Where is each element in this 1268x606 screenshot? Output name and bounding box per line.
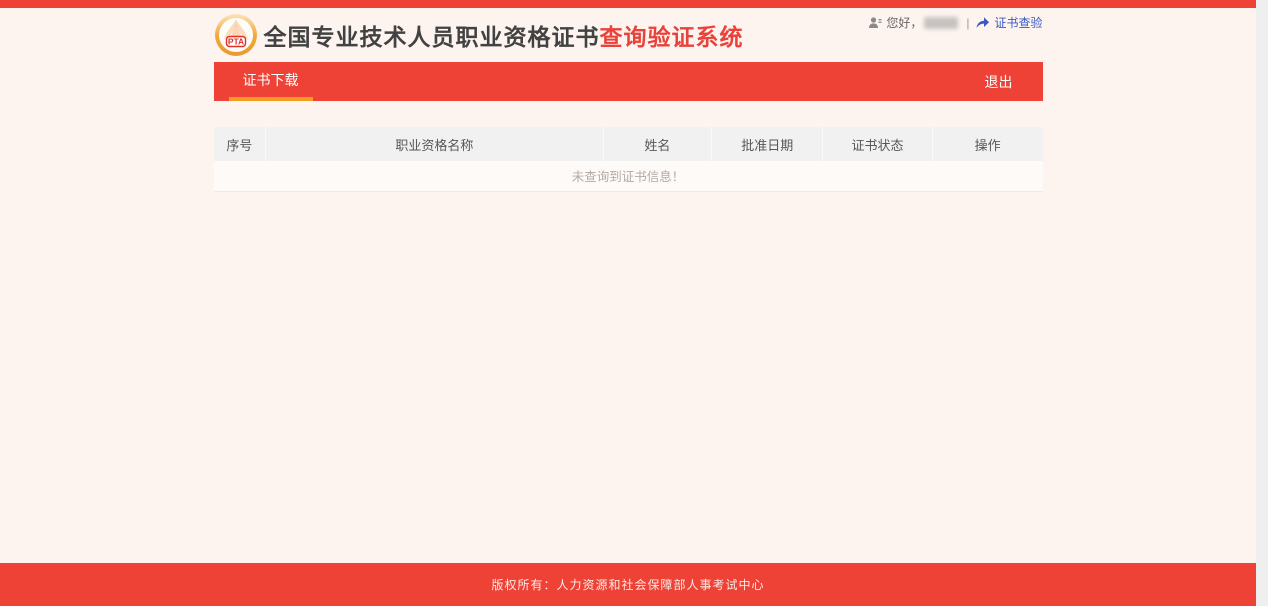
user-greeting: 您好， <box>886 16 923 30</box>
user-info-bar: 您好， | 证书查验 <box>868 14 1043 31</box>
page-title-main: 全国专业技术人员职业资格证书 <box>263 24 600 50</box>
user-icon <box>868 16 882 30</box>
logout-button[interactable]: 退出 <box>971 62 1043 101</box>
tab-certificate-download-label: 证书下载 <box>242 71 299 88</box>
top-accent-bar <box>0 0 1256 8</box>
nav-bar: 证书下载 退出 <box>213 62 1043 101</box>
col-header-index: 序号 <box>213 127 267 161</box>
forward-arrow-icon <box>975 16 990 29</box>
col-header-certificate-status: 证书状态 <box>822 127 933 161</box>
copyright-text: 版权所有：人力资源和社会保障部人事考试中心 <box>491 578 765 592</box>
page-title-accent: 查询验证系统 <box>599 24 744 50</box>
empty-state-message: 未查询到证书信息！ <box>213 161 1043 192</box>
page-title: 全国专业技术人员职业资格证书查询验证系统 <box>264 18 744 52</box>
svg-text:PTA: PTA <box>227 37 243 47</box>
certificate-table-wrap: 序号 职业资格名称 姓名 批准日期 证书状态 操作 未查询到证书信息！ <box>213 127 1043 192</box>
col-header-name: 姓名 <box>603 127 713 161</box>
col-header-qualification-name: 职业资格名称 <box>265 127 604 161</box>
certificate-table: 序号 职业资格名称 姓名 批准日期 证书状态 操作 未查询到证书信息！ <box>213 127 1043 192</box>
tab-certificate-download[interactable]: 证书下载 <box>228 62 313 101</box>
certificate-verify-link[interactable]: 证书查验 <box>975 14 1043 31</box>
pta-logo-icon: PTA <box>214 14 257 56</box>
user-name-redacted <box>924 16 959 29</box>
header: PTA 全国专业技术人员职业资格证书查询验证系统 您好， | 证书查验 <box>214 8 1043 62</box>
footer: 版权所有：人力资源和社会保障部人事考试中心 <box>0 563 1256 606</box>
logout-label: 退出 <box>984 73 1013 90</box>
col-header-operation: 操作 <box>932 127 1043 161</box>
page-viewport: PTA 全国专业技术人员职业资格证书查询验证系统 您好， | 证书查验 证书下载… <box>0 0 1256 606</box>
separator: | <box>966 15 970 30</box>
table-header-row: 序号 职业资格名称 姓名 批准日期 证书状态 操作 <box>213 127 1043 161</box>
empty-state-row: 未查询到证书信息！ <box>213 161 1043 192</box>
certificate-verify-label: 证书查验 <box>994 16 1043 30</box>
browser-scrollbar[interactable] <box>1256 0 1268 606</box>
col-header-approval-date: 批准日期 <box>711 127 824 161</box>
